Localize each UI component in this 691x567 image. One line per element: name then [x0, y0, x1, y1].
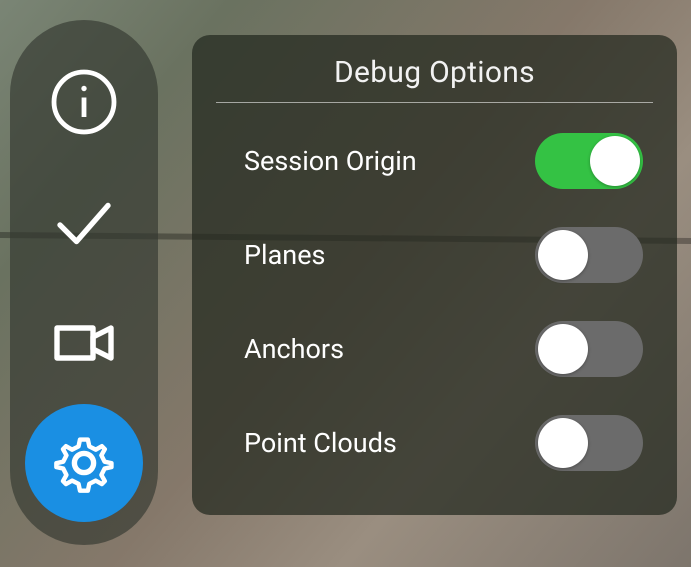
row-planes: Planes: [216, 227, 653, 283]
toggle-planes[interactable]: [535, 227, 643, 283]
label-session-origin: Session Origin: [244, 145, 417, 177]
sidebar-item-settings[interactable]: [25, 404, 143, 522]
toggle-knob: [538, 324, 588, 374]
debug-options-panel: Debug Options Session Origin Planes Anch…: [192, 35, 677, 515]
row-point-clouds: Point Clouds: [216, 415, 653, 471]
toggle-session-origin[interactable]: [535, 133, 643, 189]
label-planes: Planes: [244, 239, 325, 271]
check-icon: [48, 186, 120, 258]
toggle-knob: [538, 230, 588, 280]
row-anchors: Anchors: [216, 321, 653, 377]
info-icon: [48, 66, 120, 138]
gear-icon: [48, 427, 120, 499]
label-point-clouds: Point Clouds: [244, 427, 397, 459]
label-anchors: Anchors: [244, 333, 344, 365]
toggle-anchors[interactable]: [535, 321, 643, 377]
toggle-point-clouds[interactable]: [535, 415, 643, 471]
row-session-origin: Session Origin: [216, 133, 653, 189]
panel-title: Debug Options: [216, 55, 653, 103]
sidebar-item-camera[interactable]: [25, 284, 143, 402]
toggle-knob: [538, 418, 588, 468]
toggle-knob: [590, 136, 640, 186]
sidebar-item-info[interactable]: [25, 43, 143, 161]
camera-icon: [48, 307, 120, 379]
sidebar: [10, 20, 158, 545]
sidebar-item-check[interactable]: [25, 163, 143, 281]
